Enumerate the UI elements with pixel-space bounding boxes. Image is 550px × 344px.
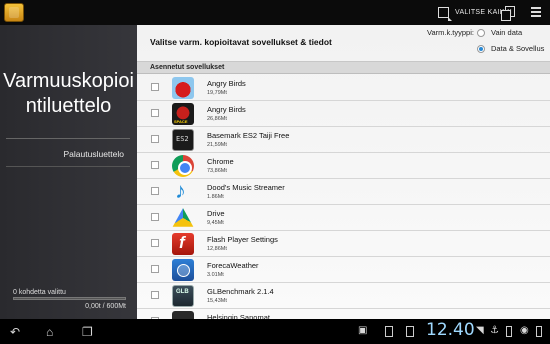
app-name: ForecaWeather	[207, 261, 259, 270]
app-size: 73,86Mt	[207, 168, 227, 174]
app-selection-panel: Valitse varm. kopioitavat sovellukset & …	[137, 25, 550, 319]
basemark-icon	[172, 129, 194, 151]
system-nav-bar: ↶ ⌂ ❐ ▣ 12.40 ◥ ⚓ ◉	[0, 319, 550, 344]
drive-icon	[172, 208, 194, 227]
app-size: 21,59Mt	[207, 142, 227, 148]
app-checkbox[interactable]	[151, 265, 159, 273]
angry-birds-space-icon	[172, 103, 194, 125]
app-size: 12,86Mt	[207, 246, 227, 252]
copy-icon[interactable]	[501, 6, 515, 21]
usb-icon: ⚓	[490, 325, 499, 336]
installed-apps-header: Asennetut sovellukset	[137, 61, 550, 74]
app-checkbox[interactable]	[151, 239, 159, 247]
restore-list-link[interactable]: Palautusluettelo	[0, 149, 125, 159]
app-checkbox[interactable]	[151, 83, 159, 91]
size-summary: 0,00t / 600Mt	[85, 303, 126, 310]
app-name: Angry Birds	[207, 105, 246, 114]
app-row[interactable]: Dood's Music Streamer 1.86Mt	[137, 178, 550, 205]
chrome-icon	[172, 155, 194, 177]
radio-label: Data & Sovellus	[491, 44, 545, 53]
home-icon[interactable]: ⌂	[46, 325, 53, 339]
app-name: Angry Birds	[207, 79, 246, 88]
glbenchmark-icon	[172, 285, 194, 307]
app-row[interactable]: Basemark ES2 Taiji Free 21,59Mt	[137, 127, 550, 153]
flash-icon	[172, 233, 194, 255]
storage-progress-bar	[13, 297, 126, 300]
app-row[interactable]: Flash Player Settings 12,86Mt	[137, 231, 550, 257]
app-name: Dood's Music Streamer	[207, 183, 285, 192]
page-title: Valitse varm. kopioitavat sovellukset & …	[150, 37, 332, 47]
app-checkbox[interactable]	[151, 291, 159, 299]
top-action-bar: VALITSE KAIKKI	[0, 0, 550, 25]
app-row[interactable]: GLBenchmark 2.1.4 15,43Mt	[137, 283, 550, 309]
wifi-icon: ◥	[476, 325, 484, 336]
app-icon	[4, 3, 24, 22]
clock: 12.40	[426, 320, 475, 340]
app-row[interactable]: Chrome 73,86Mt	[137, 153, 550, 179]
music-note-icon	[172, 178, 194, 204]
app-size: 15,43Mt	[207, 298, 227, 304]
gallery-icon	[385, 326, 393, 337]
app-checkbox[interactable]	[151, 135, 159, 143]
app-name: GLBenchmark 2.1.4	[207, 287, 274, 296]
alarm-icon: ◉	[520, 325, 529, 336]
app-checkbox[interactable]	[151, 213, 159, 221]
app-row[interactable]: Drive 9,45Mt	[137, 205, 550, 231]
backup-list-title: Varmuuskopiointiluettelo	[3, 70, 134, 117]
helsingin-sanomat-icon	[172, 311, 194, 319]
sidebar: Varmuuskopiointiluettelo Palautusluettel…	[0, 25, 137, 319]
recent-apps-icon[interactable]: ❐	[82, 325, 93, 339]
battery-icon	[536, 326, 542, 337]
app-row[interactable]: ForecaWeather 3.01Mt	[137, 257, 550, 283]
radio-data-and-app[interactable]: Data & Sovellus	[477, 44, 544, 53]
radio-button[interactable]	[477, 44, 485, 53]
battery-icon	[506, 326, 512, 337]
select-all-icon	[438, 7, 452, 21]
radio-button[interactable]	[477, 28, 485, 37]
screenshot-icon: ▣	[358, 325, 368, 336]
app-row[interactable]: Angry Birds 19,79Mt	[137, 75, 550, 101]
app-name: Drive	[207, 209, 225, 218]
angry-birds-icon	[172, 77, 194, 99]
app-name: Basemark ES2 Taiji Free	[207, 131, 290, 140]
app-size: 1.86Mt	[207, 194, 224, 200]
divider	[6, 166, 130, 167]
backup-type-label: Varm.k.tyyppi:	[427, 28, 474, 37]
app-name: Chrome	[207, 157, 234, 166]
app-row[interactable]: Helsingin Sanomat	[137, 309, 550, 319]
radio-data-only[interactable]: Vain data	[477, 28, 522, 37]
divider	[6, 138, 130, 139]
app-size: 9,45Mt	[207, 220, 224, 226]
app-size: 19,79Mt	[207, 90, 227, 96]
app-checkbox[interactable]	[151, 187, 159, 195]
radio-label: Vain data	[491, 28, 523, 37]
app-checkbox[interactable]	[151, 161, 159, 169]
back-icon[interactable]: ↶	[10, 325, 20, 339]
app-size: 3.01Mt	[207, 272, 224, 278]
app-row[interactable]: Angry Birds 26,86Mt	[137, 101, 550, 127]
app-size: 26,86Mt	[207, 116, 227, 122]
app-checkbox[interactable]	[151, 109, 159, 117]
weather-icon	[172, 259, 194, 281]
app-name: Flash Player Settings	[207, 235, 278, 244]
app-list: Angry Birds 19,79Mt Angry Birds 26,86Mt Base…	[137, 75, 550, 319]
selected-count: 0 kohdetta valittu	[13, 289, 66, 296]
menu-icon[interactable]	[531, 7, 541, 17]
file-icon	[406, 326, 414, 337]
